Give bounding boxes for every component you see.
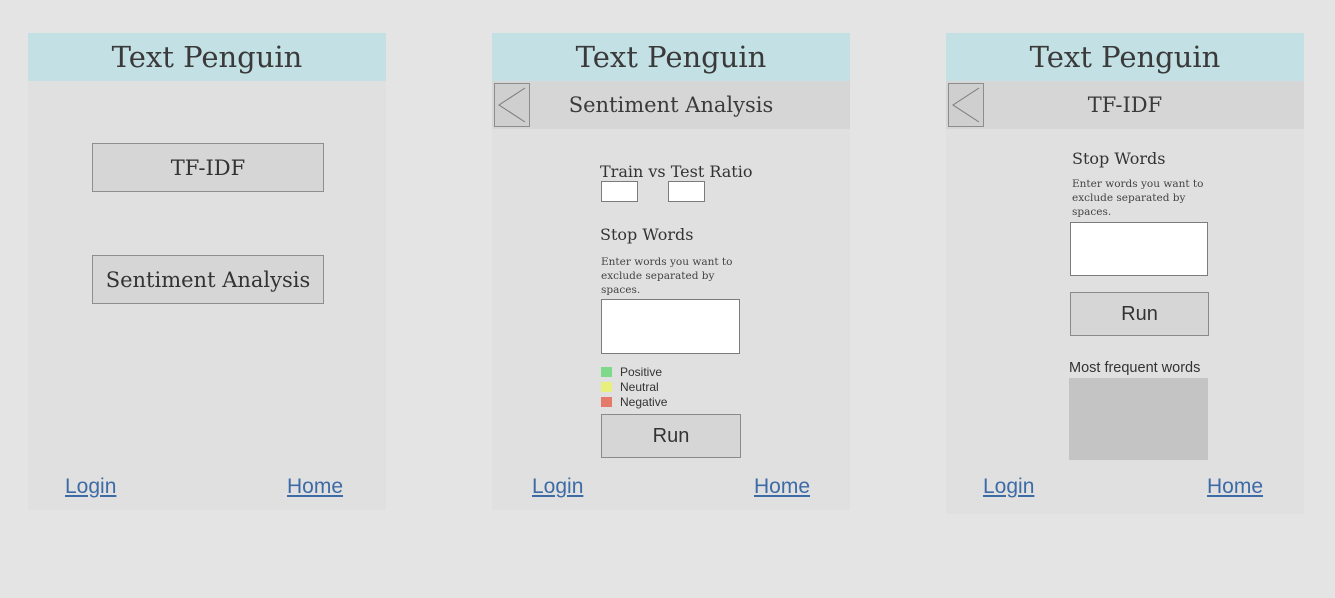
legend-negative-label: Negative bbox=[620, 395, 668, 409]
legend-neutral: Neutral bbox=[601, 380, 659, 394]
login-link[interactable]: Login bbox=[983, 475, 1034, 499]
stop-words-help-text: Enter words you want to exclude separate… bbox=[1072, 178, 1204, 218]
legend-negative: Negative bbox=[601, 395, 667, 409]
neutral-swatch bbox=[601, 382, 612, 392]
most-frequent-words-results bbox=[1069, 378, 1208, 460]
page-title: TF-IDF bbox=[946, 81, 1304, 129]
legend-positive-label: Positive bbox=[620, 365, 663, 379]
stop-words-input[interactable] bbox=[1070, 222, 1208, 276]
page-title: Sentiment Analysis bbox=[492, 81, 850, 129]
home-link[interactable]: Home bbox=[287, 475, 343, 499]
legend-positive: Positive bbox=[601, 365, 662, 379]
app-title: Text Penguin bbox=[28, 33, 386, 81]
app-title: Text Penguin bbox=[492, 33, 850, 81]
test-ratio-input[interactable] bbox=[668, 181, 705, 202]
legend-neutral-label: Neutral bbox=[620, 380, 659, 394]
stop-words-label: Stop Words bbox=[600, 225, 694, 244]
train-test-ratio-label: Train vs Test Ratio bbox=[600, 162, 753, 181]
train-ratio-input[interactable] bbox=[601, 181, 638, 202]
stop-words-label: Stop Words bbox=[1072, 149, 1166, 168]
chevron-left-icon bbox=[498, 87, 526, 123]
back-button[interactable] bbox=[948, 83, 984, 127]
run-button[interactable]: Run bbox=[601, 414, 741, 458]
home-link[interactable]: Home bbox=[754, 475, 810, 499]
positive-swatch bbox=[601, 367, 612, 377]
login-link[interactable]: Login bbox=[532, 475, 583, 499]
app-title: Text Penguin bbox=[946, 33, 1304, 81]
tfidf-screen: Text Penguin TF-IDF Stop Words Enter wor… bbox=[946, 33, 1304, 514]
run-button[interactable]: Run bbox=[1070, 292, 1209, 336]
negative-swatch bbox=[601, 397, 612, 407]
stop-words-help-text: Enter words you want to exclude separate… bbox=[601, 256, 733, 296]
tfidf-button[interactable]: TF-IDF bbox=[92, 143, 324, 192]
home-screen: Text Penguin TF-IDF Sentiment Analysis L… bbox=[28, 33, 386, 510]
stop-words-input[interactable] bbox=[601, 299, 740, 354]
home-link[interactable]: Home bbox=[1207, 475, 1263, 499]
chevron-left-icon bbox=[952, 87, 980, 123]
back-button[interactable] bbox=[494, 83, 530, 127]
page-title-text: Sentiment Analysis bbox=[568, 93, 774, 117]
sentiment-analysis-screen: Text Penguin Sentiment Analysis Train vs… bbox=[492, 33, 850, 510]
sentiment-analysis-button[interactable]: Sentiment Analysis bbox=[92, 255, 324, 304]
most-frequent-words-label: Most frequent words bbox=[1069, 360, 1201, 376]
page-title-text: TF-IDF bbox=[1087, 93, 1163, 117]
login-link[interactable]: Login bbox=[65, 475, 116, 499]
